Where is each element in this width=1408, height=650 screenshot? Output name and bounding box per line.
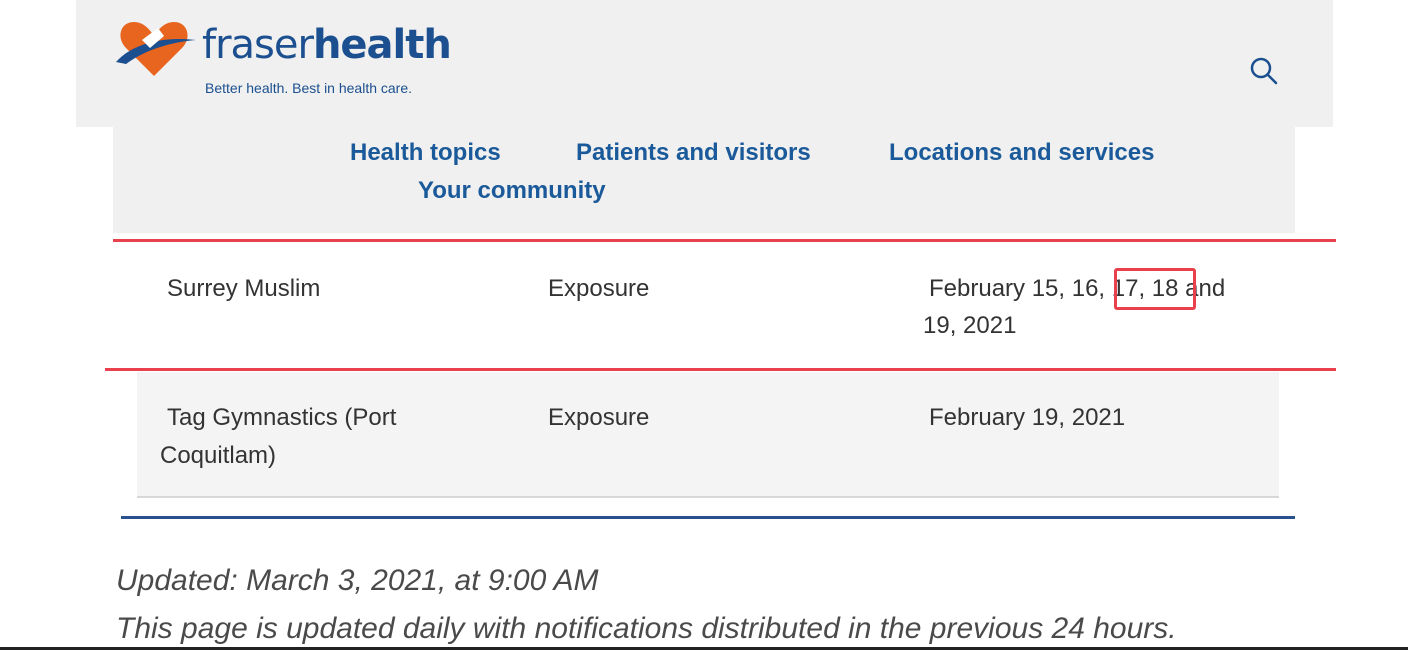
search-icon[interactable]	[1249, 56, 1279, 86]
nav-your-community[interactable]: Your community	[418, 177, 606, 205]
fraser-health-logo[interactable]: fraserhealth Better health. Best in heal…	[112, 18, 452, 100]
logo-tagline: Better health. Best in health care.	[205, 80, 413, 96]
heart-logo-icon	[116, 22, 196, 76]
table-bottom-divider	[121, 516, 1295, 519]
row-location-line1: Tag Gymnastics (Port	[167, 404, 397, 431]
row-location-line2: Coquitlam)	[160, 442, 277, 469]
annotation-highlight-box	[1114, 268, 1196, 310]
highlight-line-bottom	[105, 368, 1336, 371]
row-type: Exposure	[548, 275, 650, 302]
update-note: This page is updated daily with notifica…	[116, 612, 1177, 645]
row-dates: February 19, 2021	[929, 404, 1126, 431]
row-type: Exposure	[548, 404, 650, 431]
nav-locations-services[interactable]: Locations and services	[889, 139, 1154, 167]
updated-timestamp: Updated: March 3, 2021, at 9:00 AM	[116, 564, 599, 597]
nav-health-topics[interactable]: Health topics	[350, 139, 501, 167]
logo-wordmark: fraserhealth	[202, 22, 452, 68]
nav-patients-visitors[interactable]: Patients and visitors	[576, 139, 811, 167]
row-dates-line2: 19, 2021	[923, 312, 1017, 339]
row-location: Surrey Muslim	[167, 275, 321, 302]
